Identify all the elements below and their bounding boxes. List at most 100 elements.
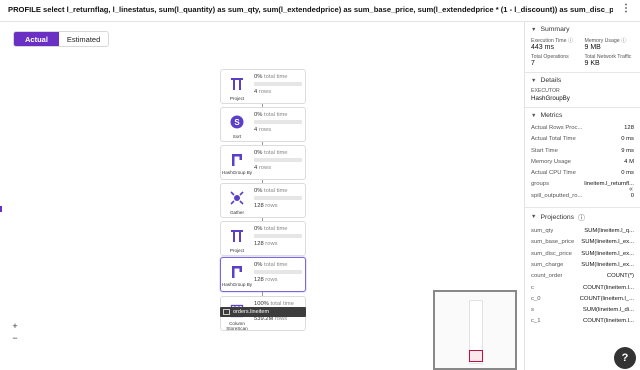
node-time-bar xyxy=(254,196,302,200)
metrics-header[interactable]: ▼ Metrics xyxy=(531,112,634,119)
node-label: Gather xyxy=(229,210,245,215)
node-label: HashGroup By xyxy=(221,170,253,175)
execution-time-value: 443 ms xyxy=(531,44,554,51)
proj-row: count_order COUNT(*) xyxy=(531,271,634,282)
row-key: spill_outputted_ro... xyxy=(531,192,583,199)
network-traffic-value: 9 KB xyxy=(584,60,600,67)
node-time-percent: 0% total time xyxy=(254,226,288,232)
node-row-count: 4 rows xyxy=(254,127,272,133)
summary-header[interactable]: ▼ Summary xyxy=(531,26,634,33)
row-value: SUM(lineitem.l_ex... xyxy=(581,261,634,268)
zoom-out-button[interactable]: − xyxy=(8,332,22,344)
info-icon[interactable]: ⓘ xyxy=(578,212,585,222)
collapse-panel-icon[interactable]: « xyxy=(629,186,633,193)
plan-node-gather[interactable]: Gather 0% total time 128 rows xyxy=(220,183,306,218)
node-time-percent: 0% total time xyxy=(254,74,288,80)
node-label: Project xyxy=(229,96,245,101)
row-value: COUNT(lineitem.l_... xyxy=(579,295,634,302)
node-label: Project xyxy=(229,248,245,253)
proj-row: c_0 COUNT(lineitem.l_... xyxy=(531,294,634,305)
metrics-row: Start Time 9 ms xyxy=(531,146,634,157)
chevron-down-icon: ▼ xyxy=(531,214,537,221)
query-text: PROFILE select l_returnflag, l_linestatu… xyxy=(8,5,613,14)
node-row-count: 128 rows xyxy=(254,277,278,283)
row-value: COUNT(lineitem.l... xyxy=(582,318,634,325)
hashgroupby-icon xyxy=(224,150,249,170)
row-value: 0 ms xyxy=(621,136,634,143)
row-key: sum_qty xyxy=(531,228,554,235)
metrics-section: ▼ Metrics Actual Rows Proc... 128 Actual To… xyxy=(525,108,640,209)
svg-text:S: S xyxy=(234,118,240,127)
row-value: 128 xyxy=(624,125,634,131)
chevron-down-icon: ▼ xyxy=(531,26,537,33)
row-key: groups xyxy=(531,181,550,188)
node-time-percent: 0% total time xyxy=(254,150,288,156)
metrics-row: groups lineitem.l_returnfl... xyxy=(531,179,634,190)
sort-icon: S xyxy=(224,112,249,132)
more-options-icon[interactable]: ⋮ xyxy=(621,3,631,14)
row-key: c_0 xyxy=(531,295,541,302)
gather-icon xyxy=(224,188,249,208)
node-row-count: 4 rows xyxy=(254,165,272,171)
help-button[interactable]: ? xyxy=(614,347,636,369)
row-key: c xyxy=(531,284,534,291)
proj-row: sum_qty SUM(lineitem.l_q... xyxy=(531,226,634,237)
info-icon[interactable]: ⓘ xyxy=(621,38,626,44)
project-icon xyxy=(224,226,249,246)
chevron-down-icon: ▼ xyxy=(531,112,537,119)
summary-section: ▼ Summary Execution Time ⓘ 443 ms Memory U… xyxy=(525,22,640,73)
row-key: sum_disc_price xyxy=(531,250,572,257)
projections-header[interactable]: ▼ Projections ⓘ xyxy=(531,212,634,223)
row-key: Start Time xyxy=(531,147,558,154)
proj-row: sum_charge SUM(lineitem.l_ex... xyxy=(531,260,634,271)
row-value: lineitem.l_returnfl... xyxy=(584,181,634,188)
row-value: 9 ms xyxy=(621,147,634,154)
plan-node-project[interactable]: Project 0% total time 4 rows xyxy=(220,69,306,104)
node-time-bar xyxy=(254,234,302,238)
actual-toggle-button[interactable]: Actual xyxy=(14,32,59,46)
proj-row: c COUNT(lineitem.l... xyxy=(531,283,634,294)
node-time-bar xyxy=(254,120,302,124)
row-value: COUNT(lineitem.l... xyxy=(582,284,634,291)
zoom-controls: + − xyxy=(8,320,22,344)
row-value: 4 M xyxy=(624,158,634,165)
row-value: 0 ms xyxy=(621,170,634,177)
plan-node-hashgroup-by[interactable]: HashGroup By 0% total time 128 rows xyxy=(220,257,306,292)
actual-estimated-toggle: Actual Estimated xyxy=(13,31,110,47)
top-bar: PROFILE select l_returnflag, l_linestatu… xyxy=(0,0,640,22)
node-time-bar xyxy=(254,270,302,274)
plan-node-project[interactable]: Project 0% total time 128 rows xyxy=(220,221,306,256)
row-key: Actual Rows Proc... xyxy=(531,125,583,131)
row-value: SUM(lineitem.l_ex... xyxy=(581,239,634,246)
node-time-percent: 0% total time xyxy=(254,262,288,268)
node-row-count: 128 rows xyxy=(254,241,278,247)
row-value: SUM(lineitem.l_q... xyxy=(584,228,634,235)
node-time-percent: 0% total time xyxy=(254,188,288,194)
node-label: Column StoreScan xyxy=(226,321,248,331)
executor-value: HashGroupBy xyxy=(531,95,570,102)
node-label: HashGroup By xyxy=(221,282,253,287)
plan-node-sort[interactable]: S Sort 0% total time 4 rows xyxy=(220,107,306,142)
estimated-toggle-button[interactable]: Estimated xyxy=(59,32,108,46)
row-key: sum_base_price xyxy=(531,239,575,246)
plan-node-hashgroup-by[interactable]: HashGroup By 0% total time 4 rows xyxy=(220,145,306,180)
row-value: COUNT(*) xyxy=(606,273,634,280)
proj-row: c_1 COUNT(lineitem.l... xyxy=(531,316,634,327)
node-row-count: 128 rows xyxy=(254,203,278,209)
executor-label: EXECUTOR xyxy=(531,88,560,94)
minimap-viewport[interactable] xyxy=(469,350,483,362)
metrics-row: Memory Usage 4 M xyxy=(531,157,634,168)
details-header[interactable]: ▼ Details xyxy=(531,77,634,84)
zoom-in-button[interactable]: + xyxy=(8,320,22,332)
info-icon[interactable]: ⓘ xyxy=(568,38,573,44)
row-key: c_1 xyxy=(531,318,541,325)
row-key: sum_charge xyxy=(531,261,564,268)
canvas-edge-marker xyxy=(0,206,2,212)
minimap[interactable] xyxy=(433,290,517,370)
proj-row: sum_base_price SUM(lineitem.l_ex... xyxy=(531,237,634,248)
table-icon xyxy=(223,309,230,315)
table-label: orders.lineitem xyxy=(220,307,306,317)
metrics-row: Actual Total Time 0 ms xyxy=(531,134,634,145)
metrics-row: spill_outputted_ro... 0 xyxy=(531,191,634,202)
metrics-row: Actual Rows Proc... 128 xyxy=(531,123,634,134)
